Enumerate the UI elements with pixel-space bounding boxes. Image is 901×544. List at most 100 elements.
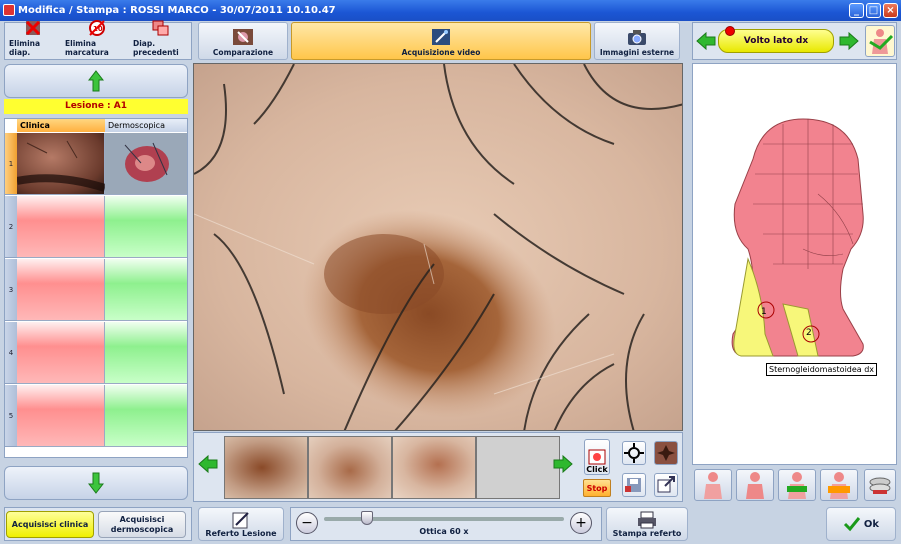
target-button[interactable] (622, 441, 646, 465)
zoom-level-label: Ottica 60 x (419, 527, 469, 536)
table-row[interactable]: 2 (5, 196, 187, 258)
body-front-button[interactable] (694, 469, 732, 501)
video-capture-icon (430, 28, 452, 46)
referto-lesione-button[interactable]: Referto Lesione (198, 507, 284, 541)
table-row[interactable]: 3 (5, 259, 187, 321)
clinical-thumbnail[interactable] (17, 133, 105, 195)
marker-2-label: 2 (806, 328, 812, 338)
body-map-panel: 1 2 Sternogleidomastoidea dx (692, 63, 897, 465)
arrow-up-icon (88, 70, 104, 92)
zoom-in-button[interactable]: + (570, 512, 592, 534)
marker-1-label: 1 (761, 307, 767, 317)
row-number: 3 (5, 259, 17, 321)
zoom-out-button[interactable]: − (296, 512, 318, 534)
dermoscopic-thumbnail[interactable] (105, 133, 187, 195)
body-detail-icon (828, 472, 850, 499)
zoom-slider-track[interactable] (324, 517, 564, 521)
prev-view-arrow[interactable] (695, 30, 717, 52)
body-front-icon (704, 472, 722, 499)
strip-next-arrow[interactable] (552, 453, 574, 475)
image-grid: Clinica Dermoscopica 1 2 3 4 5 (4, 118, 188, 458)
row-number: 1 (5, 133, 17, 195)
save-button[interactable] (622, 473, 646, 497)
elimina-diap-button[interactable]: Elimina diap. (8, 19, 58, 60)
stack-icon (869, 477, 891, 494)
table-row[interactable]: 4 (5, 322, 187, 384)
table-row[interactable]: 1 (5, 133, 187, 195)
clinical-empty-slot[interactable] (17, 196, 105, 258)
save-disk-icon (625, 478, 641, 492)
ok-button[interactable]: Ok (826, 507, 896, 541)
window-controls: _ □ × (849, 3, 898, 18)
body-side-button[interactable] (778, 469, 816, 501)
next-view-arrow[interactable] (838, 30, 860, 52)
stampa-referto-button[interactable]: Stampa referto (606, 507, 688, 541)
strip-prev-arrow[interactable] (197, 453, 219, 475)
printer-icon (638, 511, 656, 529)
stop-button[interactable]: Stop (583, 479, 611, 497)
acquisisci-clinica-button[interactable]: Acquisisci clinica (6, 511, 94, 538)
body-figure-icon (869, 29, 894, 54)
row-number: 5 (5, 385, 17, 447)
col-clinica-header[interactable]: Clinica (17, 119, 105, 132)
lesion-mark-button[interactable] (654, 441, 678, 465)
thumbnail[interactable] (308, 436, 392, 499)
clinical-empty-slot[interactable] (17, 259, 105, 321)
previous-slides-icon (150, 19, 172, 37)
toolbar: Elimina diap. 10 Elimina marcatura Diap.… (0, 19, 901, 62)
diap-precedenti-button[interactable]: Diap. precedenti (132, 19, 190, 60)
minimize-button[interactable]: _ (849, 3, 864, 18)
dermoscopic-empty-slot[interactable] (105, 259, 187, 321)
scroll-up-button[interactable] (4, 64, 188, 98)
export-button[interactable] (654, 473, 678, 497)
compare-icon (232, 28, 254, 46)
clinical-empty-slot[interactable] (17, 322, 105, 384)
alert-icon (725, 26, 735, 36)
head-figure[interactable] (693, 64, 898, 464)
app-icon (3, 4, 15, 16)
row-number: 2 (5, 196, 17, 258)
thumbnail-strip: Click Stop (193, 432, 683, 502)
dermoscopic-empty-slot[interactable] (105, 385, 187, 447)
dermoscopy-live-image[interactable] (193, 63, 683, 431)
delete-slide-icon (22, 19, 44, 37)
thumbnail-empty-slot[interactable] (476, 436, 560, 499)
acquisisci-dermoscopica-button[interactable]: Acquisisci dermoscopica (98, 511, 186, 538)
dermoscopic-empty-slot[interactable] (105, 322, 187, 384)
maximize-button[interactable]: □ (866, 3, 881, 18)
export-icon (657, 476, 675, 493)
scroll-down-button[interactable] (4, 466, 188, 500)
arrow-down-icon (88, 472, 104, 494)
body-detail-button[interactable] (820, 469, 858, 501)
row-number: 4 (5, 322, 17, 384)
table-row[interactable]: 5 (5, 385, 187, 447)
elimina-marcatura-button[interactable]: 10 Elimina marcatura (64, 19, 130, 60)
body-back-button[interactable] (736, 469, 774, 501)
body-extra-button[interactable] (864, 469, 896, 501)
acquisizione-video-tab[interactable]: Acquisizione video (291, 22, 591, 60)
zoom-slider-handle[interactable] (361, 511, 373, 525)
click-capture-icon (588, 449, 606, 465)
body-side-icon (787, 472, 807, 499)
lesion-label: Lesione : A1 (4, 99, 188, 114)
camera-icon (626, 28, 648, 46)
body-view-button[interactable] (865, 25, 895, 57)
close-button[interactable]: × (883, 3, 898, 18)
checkmark-icon (843, 517, 861, 532)
window-title: Modifica / Stampa : ROSSI MARCO - 30/07/… (18, 5, 336, 16)
thumbnail[interactable] (392, 436, 476, 499)
click-button[interactable]: Click (584, 439, 610, 475)
dermoscopic-empty-slot[interactable] (105, 196, 187, 258)
col-dermoscopica-header[interactable]: Dermoscopica (105, 119, 187, 132)
clinical-empty-slot[interactable] (17, 385, 105, 447)
report-edit-icon (232, 512, 249, 529)
comparazione-button[interactable]: Comparazione (198, 22, 288, 60)
lesion-icon (657, 445, 675, 461)
title-bar: Modifica / Stampa : ROSSI MARCO - 30/07/… (0, 0, 901, 21)
thumbnail[interactable] (224, 436, 308, 499)
bottom-bar: Acquisisci clinica Acquisisci dermoscopi… (0, 505, 901, 544)
body-back-icon (746, 472, 764, 499)
delete-marker-icon: 10 (86, 19, 108, 37)
immagini-esterne-button[interactable]: Immagini esterne (594, 22, 680, 60)
view-selector[interactable]: Volto lato dx (718, 26, 834, 53)
